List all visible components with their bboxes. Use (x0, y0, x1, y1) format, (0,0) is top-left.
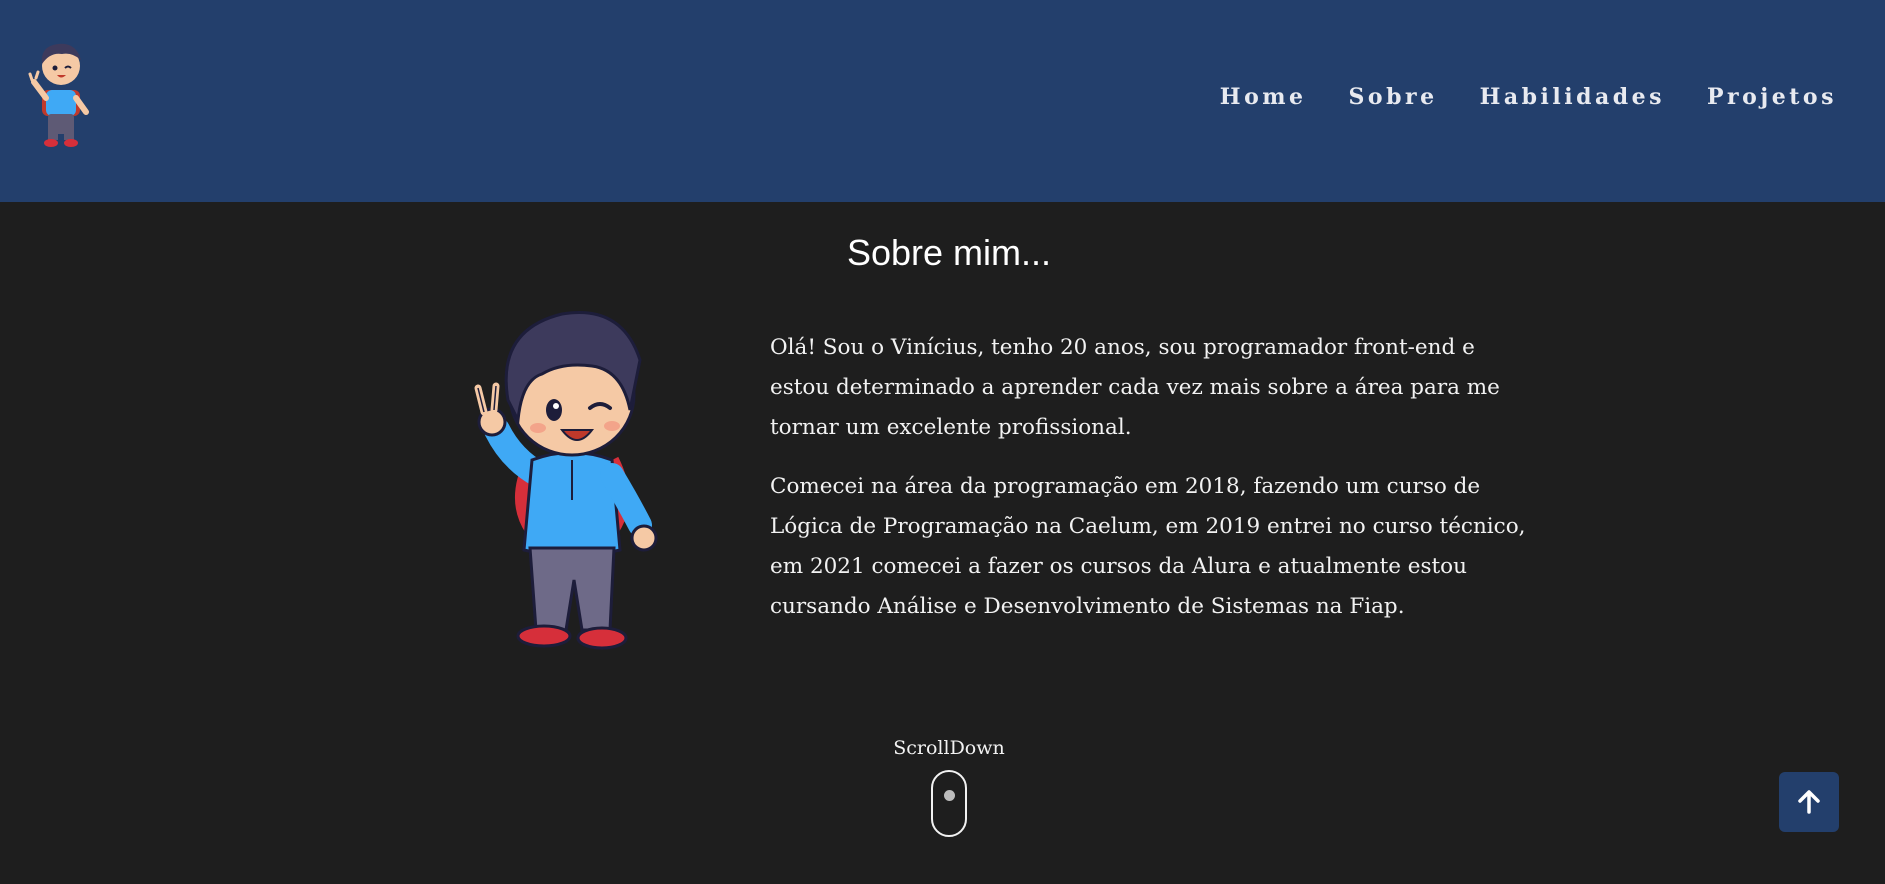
nav-link-sobre[interactable]: Sobre (1349, 84, 1438, 110)
scroll-down-label: ScrollDown (893, 737, 1005, 759)
nav-link-habilidades[interactable]: Habilidades (1480, 84, 1665, 110)
scroll-dot (944, 790, 955, 801)
nav-link-home[interactable]: Home (1220, 84, 1307, 110)
about-paragraph: Comecei na área da programação em 2018, … (770, 474, 1526, 619)
mouse-scroll-icon[interactable] (931, 770, 967, 837)
back-to-top-button[interactable] (1779, 772, 1839, 832)
arrow-up-icon (1798, 790, 1820, 814)
mascot-character-icon (474, 311, 658, 650)
about-text: Olá! Sou o Vinícius, tenho 20 anos, sou … (770, 328, 1530, 646)
site-header: Home Sobre Habilidades Projetos (0, 0, 1885, 202)
logo-character-icon[interactable] (26, 38, 96, 150)
section-title: Sobre mim... (846, 232, 1052, 273)
nav-link-projetos[interactable]: Projetos (1707, 84, 1837, 110)
about-paragraph: Olá! Sou o Vinícius, tenho 20 anos, sou … (770, 335, 1500, 440)
main-nav: Home Sobre Habilidades Projetos (1220, 84, 1837, 110)
